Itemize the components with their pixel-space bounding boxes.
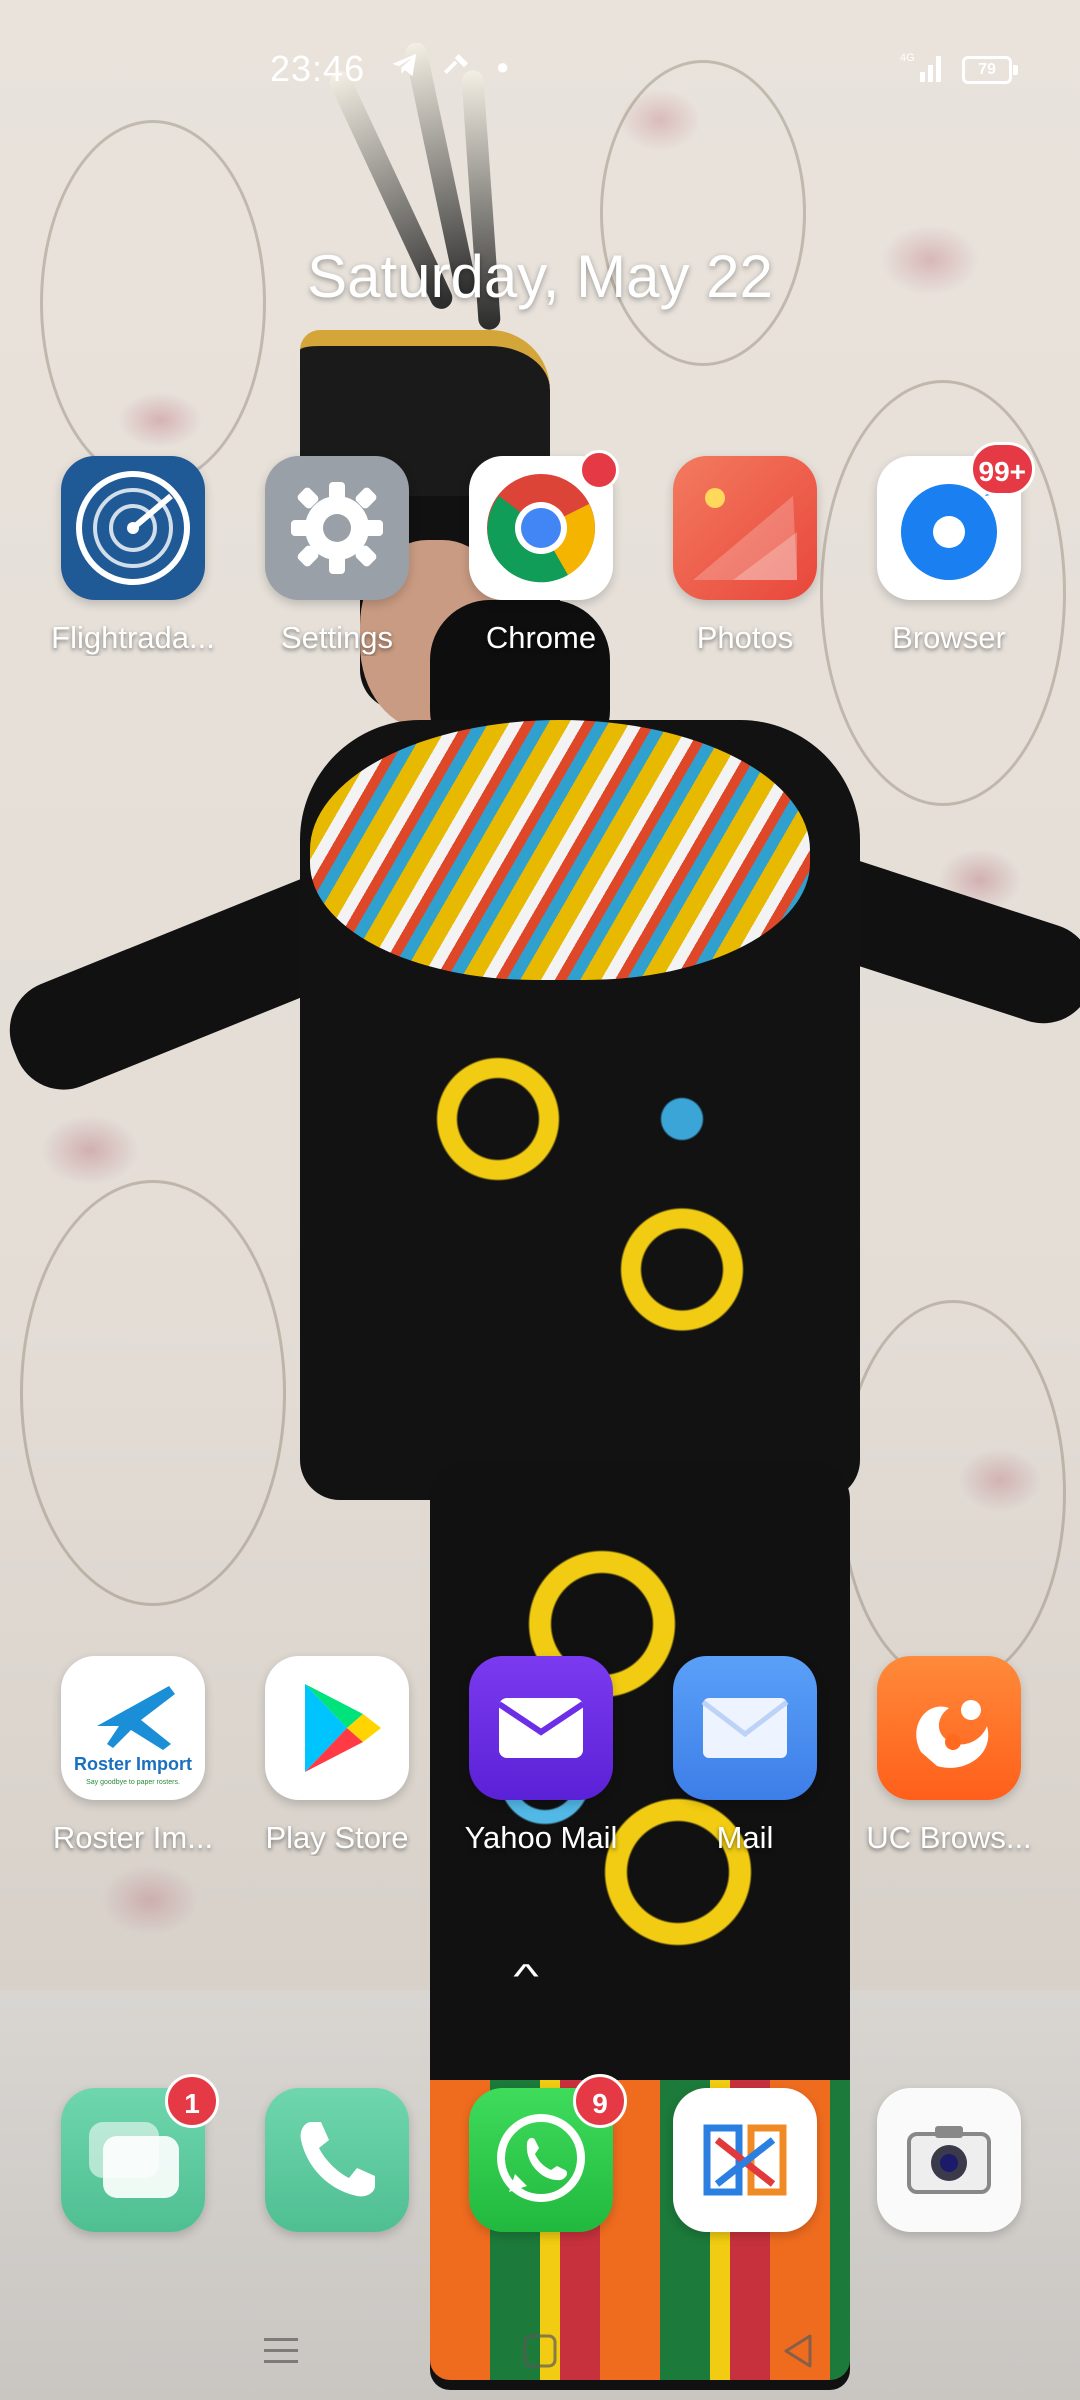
app-settings[interactable]: Settings (234, 456, 440, 656)
mail-icon[interactable] (673, 1656, 817, 1800)
navigation-bar (0, 2300, 1080, 2400)
whatsapp-icon[interactable]: 9 (469, 2074, 627, 2232)
messages-icon[interactable]: 1 (61, 2074, 219, 2232)
app-yahoo-mail[interactable]: Yahoo Mail (438, 1656, 644, 1856)
app-photos[interactable]: Photos (642, 456, 848, 656)
app-label: Chrome (485, 620, 597, 655)
back-button-icon[interactable] (776, 2328, 822, 2374)
date-widget[interactable]: Saturday, May 22 (0, 242, 1080, 311)
app-mail[interactable]: Mail (642, 1656, 848, 1856)
notification-dot (579, 450, 619, 490)
wallpaper-dancer-pattern (360, 990, 820, 1420)
app-label: Flightrada... (51, 620, 215, 655)
flightradar-icon[interactable] (61, 456, 205, 600)
phone-icon[interactable] (265, 2088, 409, 2232)
swipe-up-chevron-icon[interactable]: ^ (513, 1958, 539, 1997)
tools-icon (440, 50, 472, 90)
wallpaper-vine (20, 1180, 286, 1606)
app-play-store[interactable]: Play Store (234, 1656, 440, 1856)
notification-badge: 99+ (969, 442, 1035, 496)
wallpaper-vine (840, 1300, 1066, 1686)
app-label: Settings (280, 620, 393, 655)
chrome-icon[interactable] (469, 450, 619, 600)
app-uc-browser[interactable]: UC Brows... (846, 1656, 1052, 1856)
wallpaper-vine (600, 60, 806, 366)
app-label: Mail (716, 1820, 774, 1855)
signal-icon: 4G (900, 50, 946, 92)
status-time: 23:46 (270, 48, 366, 89)
dock-wps-office[interactable] (642, 2088, 848, 2232)
network-type: 4G (900, 52, 915, 64)
uc-browser-icon[interactable] (877, 1656, 1021, 1800)
dock-phone[interactable] (234, 2088, 440, 2232)
notification-dot-icon: ● (496, 54, 510, 79)
app-roster-import[interactable]: Roster Import Say goodbye to paper roste… (30, 1656, 236, 1856)
yahoo-mail-icon[interactable] (469, 1656, 613, 1800)
dock-camera[interactable] (846, 2088, 1052, 2232)
app-chrome[interactable]: Chrome (438, 450, 644, 656)
photos-icon[interactable] (673, 456, 817, 600)
notification-badge: 1 (165, 2074, 219, 2128)
app-label: UC Brows... (866, 1820, 1032, 1855)
app-label: Play Store (265, 1820, 409, 1855)
browser-icon[interactable]: 99+ (877, 442, 1035, 600)
home-screen: 23:46 ● 4G 79 Saturday, May 22 Flightrad… (0, 0, 1080, 2400)
app-flightradar[interactable]: Flightrada... (30, 456, 236, 656)
wallpaper-dancer-collar (310, 720, 810, 980)
app-label: Browser (892, 620, 1006, 655)
play-store-icon[interactable] (265, 1656, 409, 1800)
camera-icon[interactable] (877, 2088, 1021, 2232)
recents-menu-icon[interactable] (258, 2328, 304, 2374)
roster-logo-tagline: Say goodbye to paper rosters. (86, 1779, 180, 1786)
dock-whatsapp[interactable]: 9 (438, 2074, 644, 2232)
notification-badge: 9 (573, 2074, 627, 2128)
status-bar: 23:46 ● 4G 79 (0, 40, 1080, 100)
telegram-icon (388, 50, 422, 88)
dock-messages[interactable]: 1 (30, 2074, 236, 2232)
wps-office-icon[interactable] (673, 2088, 817, 2232)
app-label: Roster Im... (52, 1820, 214, 1855)
app-browser[interactable]: 99+ Browser (846, 442, 1052, 656)
app-label: Photos (696, 620, 794, 655)
home-button-icon[interactable] (517, 2328, 563, 2374)
settings-gear-icon[interactable] (265, 456, 409, 600)
roster-logo-text: Roster Import (74, 1754, 192, 1774)
roster-import-icon[interactable]: Roster Import Say goodbye to paper roste… (61, 1656, 205, 1800)
battery-icon: 79 (962, 56, 1018, 84)
app-label: Yahoo Mail (464, 1820, 618, 1855)
